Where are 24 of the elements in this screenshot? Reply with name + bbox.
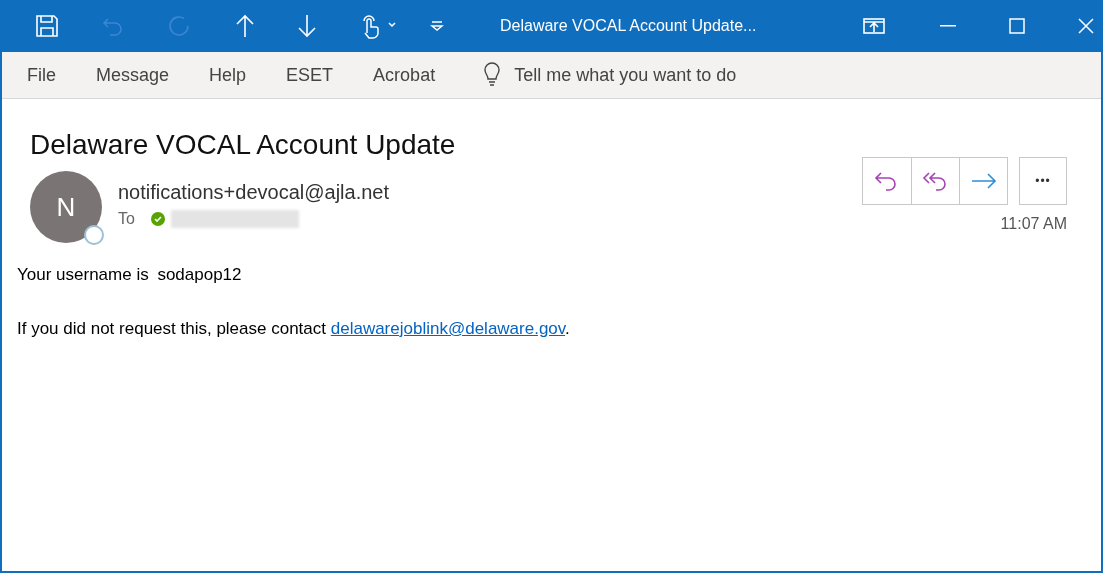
ribbon-tab[interactable]: File (27, 60, 56, 90)
message-time: 11:07 AM (1000, 215, 1067, 233)
forward-icon (970, 173, 997, 189)
avatar: N (30, 171, 102, 243)
sender-address[interactable]: notifications+devocal@ajla.net (118, 181, 390, 204)
check-icon (150, 212, 165, 226)
ribbon-tab[interactable]: Acrobat (373, 60, 436, 90)
window-title: Delaware VOCAL Account Update... (500, 17, 757, 35)
restore-icon[interactable] (863, 15, 885, 37)
ribbon-tab[interactable]: Help (209, 60, 247, 90)
username-value: sodapop12 (157, 265, 242, 284)
tell-me-field[interactable]: Tell me what you want to do (514, 64, 815, 86)
body-text: If you did not request this, please contact (17, 319, 328, 338)
maximize-icon[interactable] (1006, 15, 1028, 37)
body-text: Your username is (17, 265, 150, 284)
email-link[interactable]: delawarejoblink@delaware.gov (330, 319, 566, 338)
ribbon-tab[interactable]: ESET (286, 60, 334, 90)
lightbulb-icon (484, 62, 501, 88)
presence-icon (84, 225, 104, 245)
more-button[interactable]: ••• (1019, 157, 1067, 205)
message-subject: Delaware VOCAL Account Update (30, 129, 457, 161)
punctuation: . (565, 319, 570, 338)
to-label: To (118, 210, 135, 228)
ribbon-tab[interactable]: Message (96, 60, 170, 90)
